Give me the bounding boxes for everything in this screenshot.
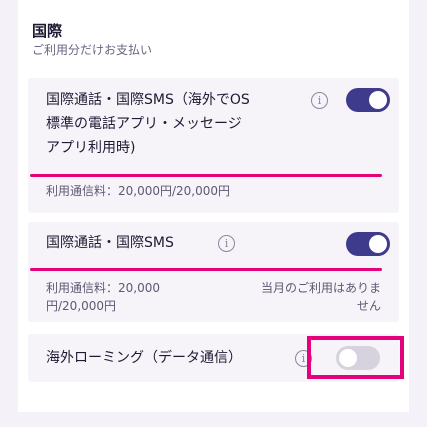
row-international-call-sms-os: 国際通話・国際SMS（海外でOS 標準の電話アプリ・メッセージ アプリ利用時) … bbox=[28, 78, 399, 213]
toggle-knob bbox=[369, 235, 387, 253]
section-title: 国際 bbox=[32, 22, 63, 40]
row-title: 国際通話・国際SMS（海外でOS 標準の電話アプリ・メッセージ アプリ利用時) bbox=[46, 88, 250, 160]
usage-fee-line-1: 利用通信料：20,000 bbox=[46, 281, 160, 295]
toggle-international-call-sms-os[interactable] bbox=[346, 88, 390, 112]
row-title-line-1: 国際通話・国際SMS（海外でOS bbox=[46, 92, 250, 108]
annotation-highlight-box bbox=[307, 336, 404, 379]
row-title-line-2: 標準の電話アプリ・メッセージ bbox=[46, 116, 242, 132]
usage-note: 当月のご利用はありま せん bbox=[261, 279, 381, 315]
usage-fee-label: 利用通信料：20,000 円/20,000円 bbox=[46, 279, 160, 315]
annotation-underline bbox=[30, 268, 382, 271]
annotation-underline bbox=[30, 174, 382, 177]
row-international-call-sms: 国際通話・国際SMS i 利用通信料：20,000 円/20,000円 当月のご… bbox=[28, 222, 399, 322]
info-icon[interactable]: i bbox=[311, 92, 328, 109]
toggle-international-call-sms[interactable] bbox=[346, 232, 390, 256]
row-title: 海外ローミング（データ通信） bbox=[46, 350, 242, 366]
usage-note-line-2: せん bbox=[356, 299, 381, 313]
row-title: 国際通話・国際SMS bbox=[46, 235, 174, 251]
row-title-line-3: アプリ利用時) bbox=[46, 140, 136, 156]
usage-fee-label: 利用通信料：20,000円/20,000円 bbox=[46, 184, 231, 198]
section-subtitle: ご利用分だけお支払い bbox=[32, 43, 153, 57]
toggle-knob bbox=[369, 91, 387, 109]
usage-note-line-1: 当月のご利用はありま bbox=[260, 281, 381, 295]
usage-fee-line-2: 円/20,000円 bbox=[46, 299, 117, 313]
info-icon[interactable]: i bbox=[218, 235, 235, 252]
